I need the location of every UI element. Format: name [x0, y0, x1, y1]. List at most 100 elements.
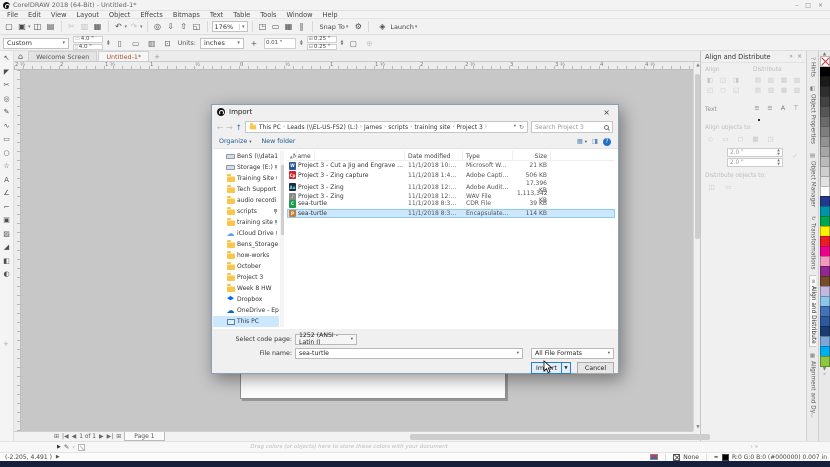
add-page-before-icon[interactable]: ⊞ [54, 433, 59, 440]
folder-tree-item[interactable]: BenS (\\data1 [213, 151, 279, 162]
Project 3 - Zing capture[interactable]: CpProject 3 - Zing capture 11/1/2018 1:4… [287, 171, 615, 181]
snap-to-button[interactable]: Snap To▾ [317, 23, 352, 31]
add-tool-icon[interactable]: + [3, 340, 9, 348]
folder-tree-item[interactable]: Bens_Storage [213, 239, 279, 250]
palette-flyout-icon[interactable]: ▶ [57, 444, 61, 450]
horizontal-scrollbar[interactable] [170, 433, 684, 441]
docker-close-icon[interactable]: × [797, 53, 802, 60]
breadcrumb-segment[interactable]: training site› [414, 124, 454, 131]
new-document-icon[interactable]: ▢ [3, 21, 15, 33]
code-page-combo[interactable]: 1252 (ANSI - Latin I)▾ [295, 334, 357, 345]
duplicate-x-field[interactable]: ⊞0.25 " [307, 36, 337, 43]
show-guidelines-icon[interactable]: ∥ [296, 21, 308, 33]
page-preset-combo[interactable]: Custom▾ [3, 38, 69, 49]
docker-tab[interactable]: ▦ Alignment and Dy... [810, 350, 816, 421]
distribute-to-button-icon[interactable]: ◫ [704, 181, 719, 192]
sea-turtle[interactable]: Csea-turtle 11/1/2018 8:31 AM CDR File 3… [287, 199, 615, 209]
dialog-close-icon[interactable]: × [600, 108, 613, 117]
page-1-tab[interactable]: Page 1 [124, 432, 164, 441]
search-icon[interactable] [604, 125, 609, 130]
column-name[interactable]: Name▲ [287, 151, 405, 161]
text-align-button-icon[interactable]: ≡ [764, 103, 776, 112]
point-y-spinner[interactable]: ▲▼ [777, 159, 780, 166]
next-page-icon[interactable]: ▶ [99, 433, 104, 440]
docker-tab[interactable]: ▤ Object Manager [810, 150, 816, 210]
last-page-icon[interactable]: ▶| [107, 433, 114, 440]
distribute-to-button-icon[interactable]: ▭ [721, 181, 736, 192]
drop-shadow-tool-icon[interactable]: ▣ [1, 216, 13, 224]
Project 3 - Cut a Jig and Engrave a Keych[interactable]: WProject 3 - Cut a Jig and Engrave a Key… [287, 161, 615, 171]
print-icon[interactable]: ▤ [45, 21, 57, 33]
folder-tree-item[interactable]: Week 8 HW [213, 283, 279, 294]
fill-none-icon[interactable] [673, 454, 680, 461]
file-format-combo[interactable]: All File Formats▾ [531, 348, 614, 359]
docker-tab[interactable]: ≡ Align and Distribute [809, 275, 816, 347]
undo-icon[interactable]: ↶ [113, 21, 125, 33]
column-type[interactable]: Type [463, 151, 513, 161]
pick-tool-icon[interactable]: ↖ [1, 54, 13, 62]
breadcrumb-segment[interactable]: This PC› [259, 124, 285, 131]
breadcrumb-segment[interactable]: scripts› [388, 124, 412, 131]
menu-item[interactable]: File [2, 11, 23, 19]
shape-tool-icon[interactable]: ◤ [1, 68, 13, 76]
open-icon[interactable]: ▣ [16, 21, 28, 33]
undo-dropdown-icon[interactable]: ▾ [125, 24, 128, 30]
align-button-icon[interactable]: ◨ [730, 75, 742, 84]
portrait-icon[interactable]: ▯ [114, 37, 126, 49]
first-page-icon[interactable]: |◀ [62, 433, 69, 440]
column-size[interactable]: Size [513, 151, 551, 161]
distribute-button-icon[interactable]: ▧ [791, 85, 803, 94]
folder-tree-item[interactable]: Dropbox [213, 294, 279, 305]
refresh-icon[interactable]: ↻ [519, 124, 524, 131]
view-mode-icon[interactable]: ▦▾ [577, 138, 587, 145]
color-swatch[interactable] [820, 356, 830, 367]
distribute-button-icon[interactable]: ▥ [765, 85, 777, 94]
align-button-icon[interactable]: ◰ [704, 85, 716, 94]
help-icon[interactable]: ? [603, 138, 611, 146]
palette-eyedropper-icon[interactable]: ✎ [64, 443, 69, 451]
text-align-button-icon[interactable]: A [777, 103, 789, 112]
nudge-distance-field[interactable]: 0.01 " [264, 38, 296, 49]
page-height-field[interactable]: ▯4.0 " [73, 44, 103, 51]
new-folder-button[interactable]: New folder [261, 138, 295, 145]
show-rulers-icon[interactable]: ▭ [270, 21, 282, 33]
palette-expand-icon[interactable]: « [823, 372, 826, 377]
eyedropper-tool-icon[interactable]: ◢ [1, 243, 13, 251]
dimension-tool-icon[interactable]: ∠ [1, 189, 13, 197]
interactive-fill-tool-icon[interactable]: ◧ [1, 257, 13, 265]
breadcrumb-segment[interactable]: Leads (\\EL-US-FS2) (L:)› [287, 124, 362, 131]
folder-tree-item[interactable]: Training Site [213, 173, 279, 184]
docker-tab[interactable]: ◧ Object Properties [810, 83, 816, 147]
palette-scroll-right-icon[interactable]: › » [751, 444, 758, 450]
align-button-icon[interactable]: ◧ [704, 75, 716, 84]
all-pages-icon[interactable]: ▥ [146, 37, 158, 49]
align-to-button-icon[interactable]: ◳ [764, 133, 777, 144]
current-page-icon[interactable]: ⊡ [162, 37, 174, 49]
menu-item[interactable]: Window [282, 11, 318, 19]
menu-item[interactable]: Tools [255, 11, 281, 19]
distribute-button-icon[interactable]: ▥ [765, 75, 777, 84]
polygon-tool-icon[interactable]: ☆ [1, 162, 13, 170]
close-icon[interactable]: × [818, 2, 823, 9]
fullscreen-preview-icon[interactable]: ◳ [257, 21, 269, 33]
folder-tree-item[interactable]: OneDrive - Epilog [213, 305, 279, 316]
text-align-button-icon[interactable]: ⊤ [790, 103, 802, 112]
folder-tree-item[interactable]: training site [213, 217, 279, 228]
menu-item[interactable]: Table [228, 11, 255, 19]
folder-tree-item[interactable]: This PC [213, 316, 279, 327]
distribute-button-icon[interactable]: ▦ [778, 85, 790, 94]
folder-tree-item[interactable]: Project 3 [213, 272, 279, 283]
crop-tool-icon[interactable]: ✂ [1, 81, 13, 89]
folder-tree-item[interactable]: audio recordi [213, 195, 279, 206]
search-content-icon[interactable]: ◎ [152, 21, 164, 33]
distribute-button-icon[interactable]: ▤ [752, 85, 764, 94]
outline-color-swatch[interactable] [722, 454, 729, 461]
transparency-tool-icon[interactable]: ▨ [1, 230, 13, 238]
new-tab-icon[interactable]: + [150, 53, 164, 61]
menu-item[interactable]: Effects [135, 11, 167, 19]
ellipse-tool-icon[interactable]: ○ [1, 149, 13, 157]
zoom-level-combo[interactable]: 176%▾ [212, 21, 248, 32]
address-dropdown-icon[interactable]: ▾ [514, 124, 516, 131]
folder-tree-item[interactable]: Storage (E:) [213, 162, 279, 173]
menu-item[interactable]: Text [205, 11, 228, 19]
